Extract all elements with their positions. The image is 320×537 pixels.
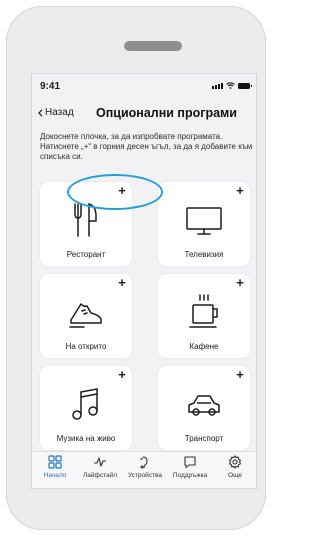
- home-grid-icon: [48, 455, 62, 469]
- hearing-aid-icon: [140, 456, 148, 469]
- tab-label: Лайфстайл: [82, 472, 118, 479]
- add-button[interactable]: +: [234, 184, 246, 197]
- activity-icon: [94, 457, 106, 467]
- chat-bubble-icon: [184, 456, 196, 469]
- app-screen: 9:41 Назад Опционални програми Докоснете…: [31, 73, 257, 489]
- tab-devices[interactable]: Устройства: [123, 455, 167, 479]
- status-icons: [212, 82, 252, 89]
- add-button[interactable]: +: [234, 276, 246, 289]
- highlight-ring: [67, 174, 163, 210]
- tv-icon: [186, 207, 222, 235]
- tile-label: На открито: [65, 342, 107, 351]
- tab-label: Поддръжка: [172, 472, 208, 479]
- tab-lifestyle[interactable]: Лайфстайл: [78, 455, 122, 479]
- tile-label: Транспорт: [184, 434, 224, 443]
- add-button[interactable]: +: [234, 368, 246, 381]
- shoe-icon: [69, 303, 102, 328]
- navigation-bar: Назад Опционални програми: [32, 102, 256, 124]
- speaker-grille: [124, 41, 182, 51]
- tile-transport[interactable]: + Транспорт: [158, 366, 250, 450]
- back-label: Назад: [45, 107, 74, 118]
- tile-live-music[interactable]: + Музика на живо: [40, 366, 132, 450]
- chevron-left-icon: [38, 108, 43, 117]
- add-button[interactable]: +: [116, 276, 128, 289]
- tab-label: Още: [228, 472, 242, 479]
- status-bar: 9:41: [32, 74, 256, 98]
- back-button[interactable]: Назад: [38, 107, 74, 118]
- instructions-text: Докоснете плочка, за да изпробвате прогр…: [40, 132, 253, 161]
- tile-label: Телевизия: [184, 250, 224, 259]
- wifi-icon: [226, 82, 235, 89]
- signal-icon: [212, 83, 223, 89]
- tab-home[interactable]: Начало: [33, 455, 77, 479]
- music-note-icon: [72, 388, 98, 420]
- tile-label: Ресторант: [66, 250, 106, 259]
- tile-cafe[interactable]: + Кафене: [158, 274, 250, 358]
- tab-more[interactable]: Още: [213, 455, 256, 479]
- gear-icon: [228, 455, 242, 469]
- tile-label: Музика на живо: [56, 434, 116, 443]
- page-title: Опционални програми: [96, 106, 237, 120]
- tab-label: Устройства: [127, 472, 162, 479]
- tile-television[interactable]: + Телевизия: [158, 182, 250, 266]
- tile-label: Кафене: [189, 342, 219, 351]
- status-time: 9:41: [40, 81, 61, 92]
- car-icon: [188, 395, 220, 416]
- phone-frame: 9:41 Назад Опционални програми Докоснете…: [6, 6, 266, 530]
- tab-bar: Начало Лайфстайл Устройства Поддръжка Ощ…: [32, 451, 256, 488]
- battery-icon: [238, 83, 252, 89]
- tab-label: Начало: [43, 472, 67, 479]
- add-button[interactable]: +: [116, 368, 128, 381]
- tab-support[interactable]: Поддръжка: [168, 455, 212, 479]
- coffee-cup-icon: [189, 294, 218, 328]
- tile-outdoor[interactable]: + На открито: [40, 274, 132, 358]
